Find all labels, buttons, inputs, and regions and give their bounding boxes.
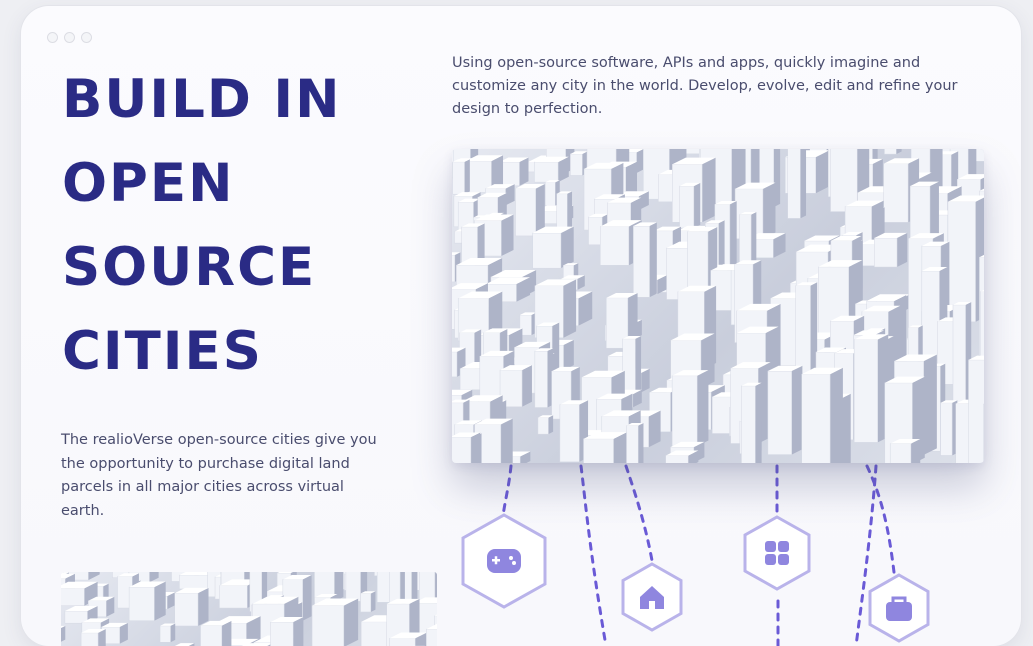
apps-hex-badge[interactable]	[742, 514, 812, 592]
gamepad-hex-badge[interactable]	[459, 511, 549, 611]
briefcase-hex-badge[interactable]	[867, 572, 931, 644]
gamepad-icon	[487, 549, 521, 573]
house-hex-badge[interactable]	[620, 561, 684, 633]
city-thumbnail-image	[61, 572, 437, 646]
app-window: BUILD IN OPEN SOURCE CITIES Using open-s…	[21, 6, 1021, 646]
city-render-image	[452, 149, 984, 463]
